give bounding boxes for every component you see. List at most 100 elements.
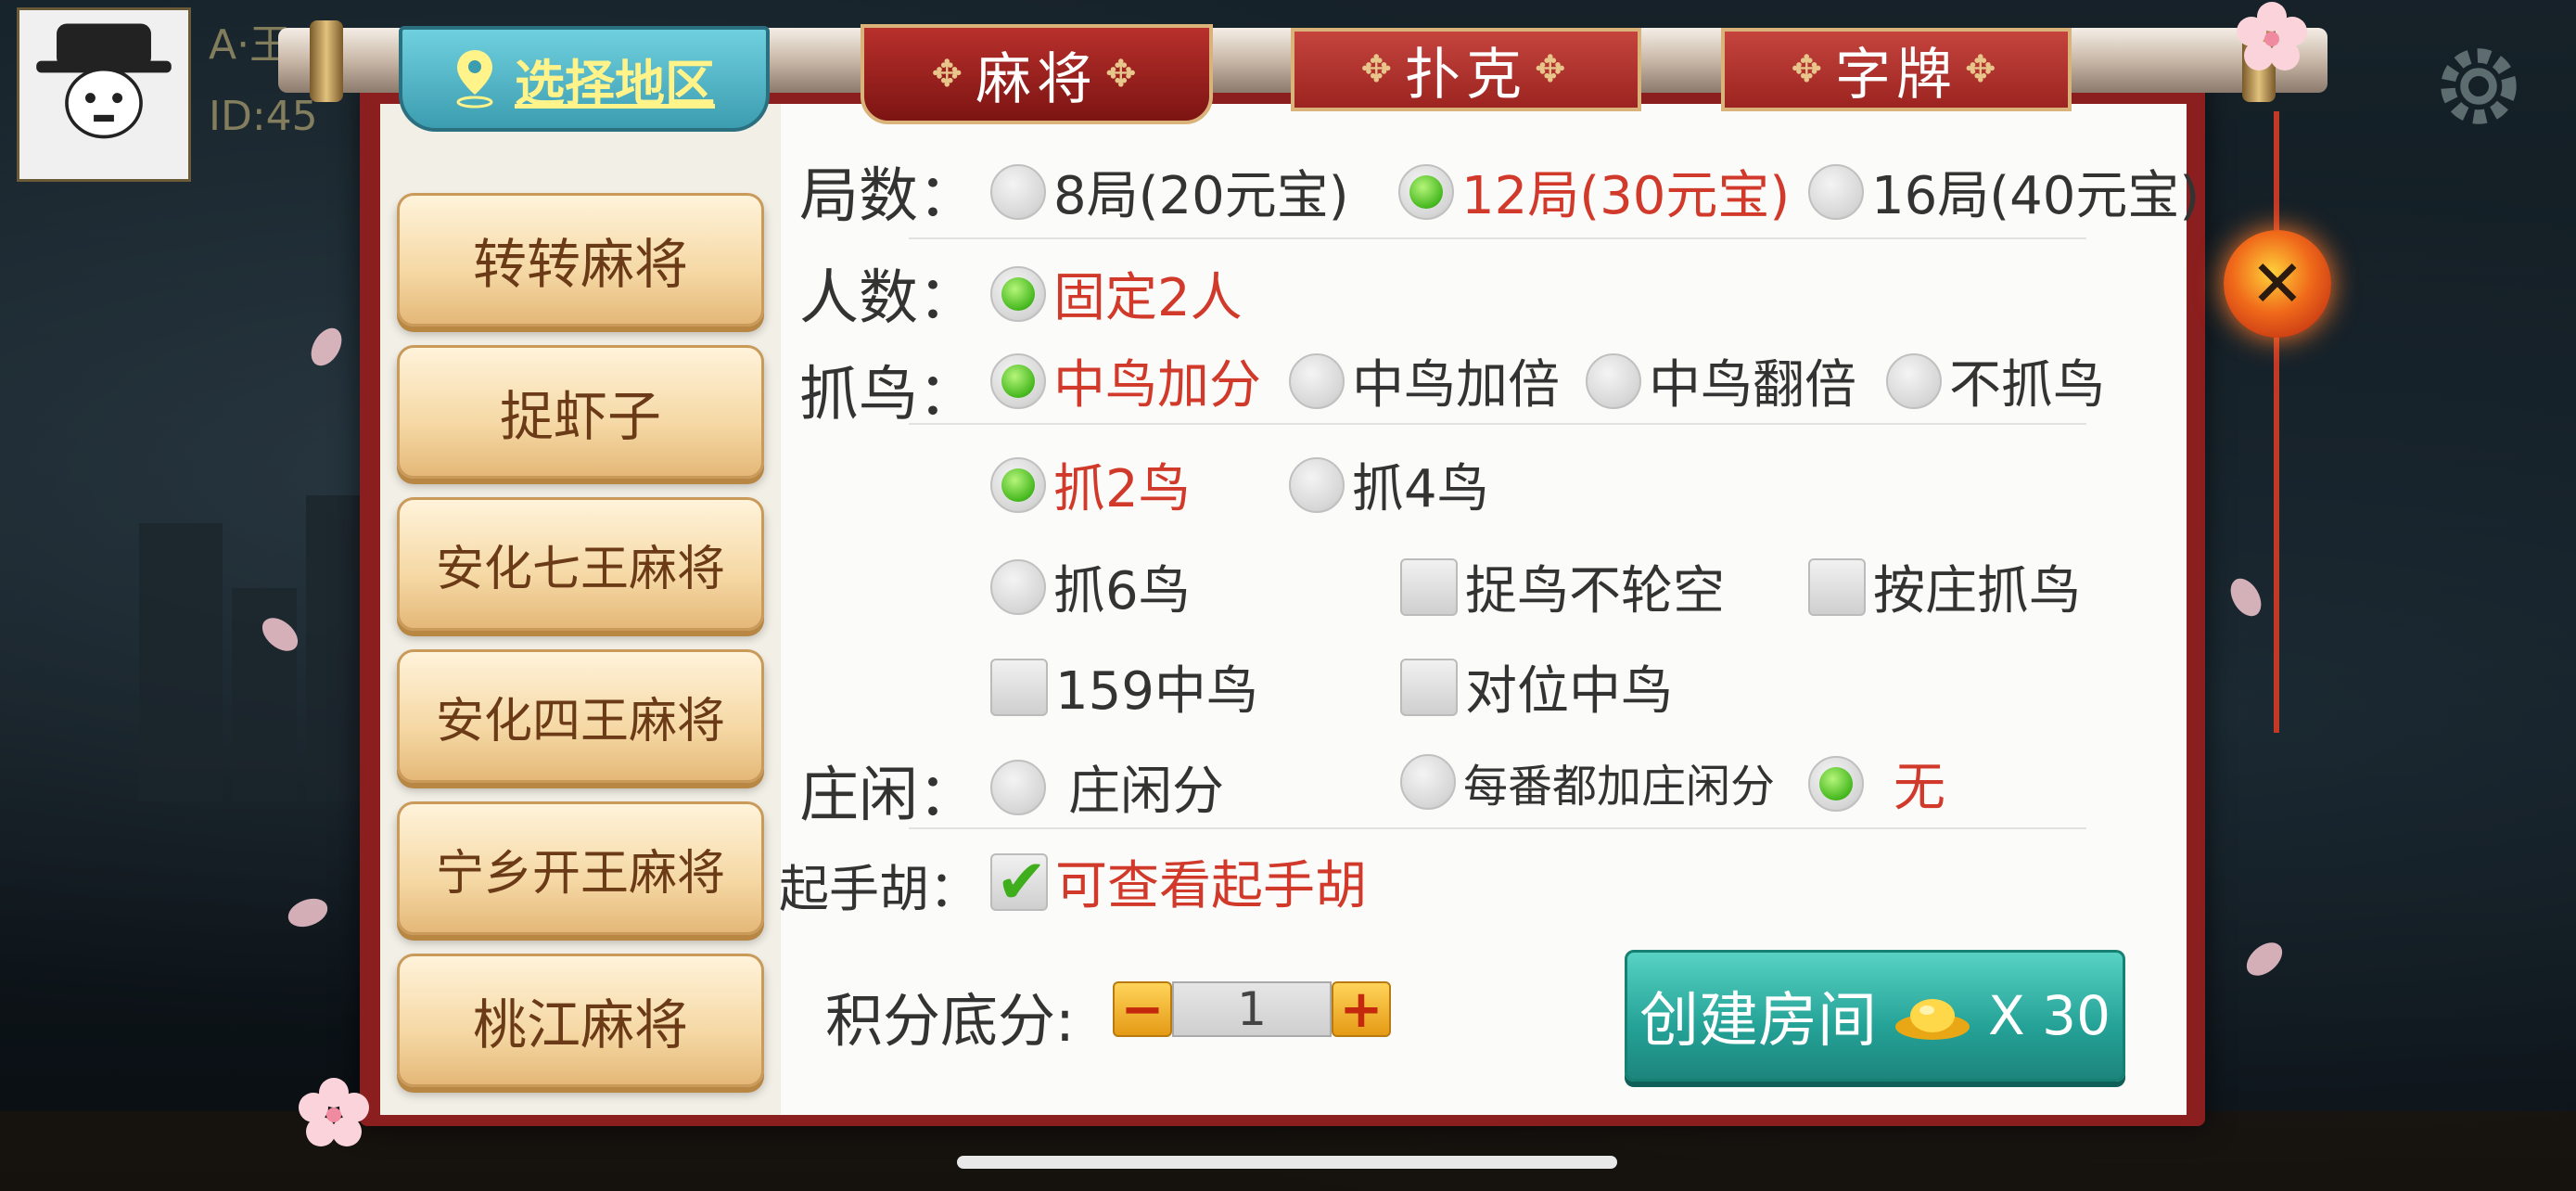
players-label: 人数： — [799, 264, 977, 333]
option-label: 对位中鸟 — [1465, 661, 1673, 722]
checkbox[interactable] — [990, 658, 1048, 716]
option-label: 中鸟加倍 — [1352, 355, 1560, 416]
close-button[interactable]: ✕ — [2224, 230, 2331, 338]
option-label: 抓4鸟 — [1352, 459, 1489, 519]
option-label: 12局(30元宝) — [1461, 166, 1791, 226]
birds-label: 抓鸟： — [799, 361, 977, 429]
divider — [909, 827, 2086, 829]
tab-label: 麻将 — [976, 46, 1098, 112]
game-label: 宁乡开王麻将 — [435, 845, 725, 902]
option-label: 按庄抓鸟 — [1873, 561, 2081, 621]
checkbox[interactable] — [1808, 557, 1866, 616]
avatar[interactable] — [17, 7, 191, 182]
radio-button[interactable] — [1398, 163, 1454, 220]
check-view-starting-hu[interactable]: 可查看起手胡 — [990, 844, 1367, 919]
check-position-bird[interactable]: 对位中鸟 — [1400, 649, 1673, 724]
player-id: ID:45 — [209, 93, 318, 140]
game-item-zhuoxiazi[interactable]: 捉虾子 — [397, 345, 764, 479]
dealer-option-none[interactable]: 无 — [1808, 746, 1945, 821]
create-room-cost: X 30 — [1988, 984, 2111, 1047]
radio-button[interactable] — [990, 558, 1046, 615]
radio-button[interactable] — [990, 456, 1046, 513]
game-label: 安化七王麻将 — [435, 541, 725, 597]
rounds-option-8[interactable]: 8局(20元宝) — [990, 154, 1349, 229]
option-label: 每番都加庄闲分 — [1463, 761, 1776, 813]
bird-option-none[interactable]: 不抓鸟 — [1886, 343, 2105, 418]
radio-button[interactable] — [990, 265, 1046, 322]
game-item-anhua-7wang[interactable]: 安化七王麻将 — [397, 497, 764, 631]
rounds-label: 局数： — [799, 162, 977, 231]
game-item-ningxiang-kaiwang[interactable]: 宁乡开王麻将 — [397, 801, 764, 935]
select-region-button[interactable]: 选择地区 — [399, 26, 770, 132]
home-indicator[interactable] — [957, 1156, 1617, 1169]
ornament-icon: ✥ — [931, 53, 968, 96]
base-score-label: 积分底分: — [825, 987, 1075, 1055]
option-label: 16局(40元宝) — [1871, 166, 2200, 226]
divider — [909, 237, 2086, 239]
flower-icon — [2237, 2, 2307, 70]
bird-count-4[interactable]: 抓4鸟 — [1289, 447, 1489, 522]
checkbox[interactable] — [1400, 557, 1458, 616]
radio-button[interactable] — [990, 163, 1046, 220]
bird-count-6[interactable]: 抓6鸟 — [990, 549, 1191, 624]
radio-button[interactable] — [990, 352, 1046, 409]
players-option-2[interactable]: 固定2人 — [990, 256, 1243, 331]
tab-poker[interactable]: ✥ 扑克 ✥ — [1291, 28, 1641, 111]
option-label: 8局(20元宝) — [1053, 166, 1349, 226]
option-label: 中鸟翻倍 — [1649, 355, 1856, 416]
radio-button[interactable] — [1808, 163, 1864, 220]
check-bird-by-dealer[interactable]: 按庄抓鸟 — [1808, 549, 2081, 624]
lantern-rope — [2274, 111, 2279, 733]
option-label: 抓2鸟 — [1053, 459, 1191, 519]
close-icon: ✕ — [2250, 246, 2305, 322]
radio-button[interactable] — [990, 759, 1046, 815]
game-label: 转转麻将 — [472, 233, 688, 296]
rounds-option-12[interactable]: 12局(30元宝) — [1398, 154, 1790, 229]
check-159-bird[interactable]: 159中鸟 — [990, 649, 1258, 724]
game-label: 安化四王麻将 — [435, 693, 725, 749]
tab-mahjong[interactable]: ✥ 麻将 ✥ — [861, 24, 1213, 124]
option-label: 捉鸟不轮空 — [1465, 561, 1725, 621]
tab-word-cards[interactable]: ✥ 字牌 ✥ — [1721, 28, 2072, 111]
radio-button[interactable] — [1586, 352, 1641, 409]
bird-count-2[interactable]: 抓2鸟 — [990, 447, 1191, 522]
bird-option-add-score[interactable]: 中鸟加分 — [990, 343, 1261, 418]
starting-hu-label: 起手胡： — [779, 860, 979, 918]
checkbox[interactable] — [1400, 658, 1458, 716]
game-item-taojiang[interactable]: 桃江麻将 — [397, 954, 764, 1087]
score-minus-button[interactable]: − — [1113, 980, 1172, 1040]
select-region-label: 选择地区 — [515, 54, 715, 113]
game-item-anhua-4wang[interactable]: 安化四王麻将 — [397, 649, 764, 783]
rounds-option-16[interactable]: 16局(40元宝) — [1808, 154, 2200, 229]
bird-option-multiply[interactable]: 中鸟翻倍 — [1586, 343, 1856, 418]
game-item-zhuanzhuan[interactable]: 转转麻将 — [397, 193, 764, 327]
radio-button[interactable] — [1886, 352, 1942, 409]
divider — [909, 423, 2086, 425]
dealer-option-every-fan[interactable]: 每番都加庄闲分 — [1400, 749, 1775, 814]
option-label: 抓6鸟 — [1053, 561, 1191, 621]
ornament-icon: ✥ — [1535, 48, 1572, 91]
flower-icon — [299, 1078, 369, 1146]
checkbox[interactable] — [990, 846, 1048, 917]
dealer-option-score[interactable]: 庄闲分 — [990, 749, 1224, 825]
radio-button[interactable] — [1289, 352, 1345, 409]
option-label: 庄闲分 — [1068, 762, 1224, 822]
create-room-label: 创建房间 — [1639, 987, 1877, 1056]
bird-option-double[interactable]: 中鸟加倍 — [1289, 343, 1560, 418]
create-room-button[interactable]: 创建房间 X 30 — [1625, 950, 2125, 1082]
gold-ingot-icon — [1895, 999, 1970, 1040]
radio-button[interactable] — [1400, 754, 1456, 810]
ornament-icon: ✥ — [1360, 48, 1397, 91]
check-bird-no-skip[interactable]: 捉鸟不轮空 — [1400, 549, 1725, 624]
gear-icon[interactable] — [2428, 35, 2530, 137]
ornament-icon: ✥ — [1105, 53, 1142, 96]
option-label: 可查看起手胡 — [1055, 856, 1367, 916]
option-label: 159中鸟 — [1055, 661, 1258, 722]
radio-button[interactable] — [1289, 456, 1345, 513]
option-label: 固定2人 — [1053, 268, 1243, 328]
score-value: 1 — [1172, 981, 1332, 1037]
radio-button[interactable] — [1808, 755, 1864, 812]
score-plus-button[interactable]: + — [1332, 980, 1391, 1040]
ornament-icon: ✥ — [1965, 48, 2002, 91]
ornament-icon: ✥ — [1791, 48, 1828, 91]
